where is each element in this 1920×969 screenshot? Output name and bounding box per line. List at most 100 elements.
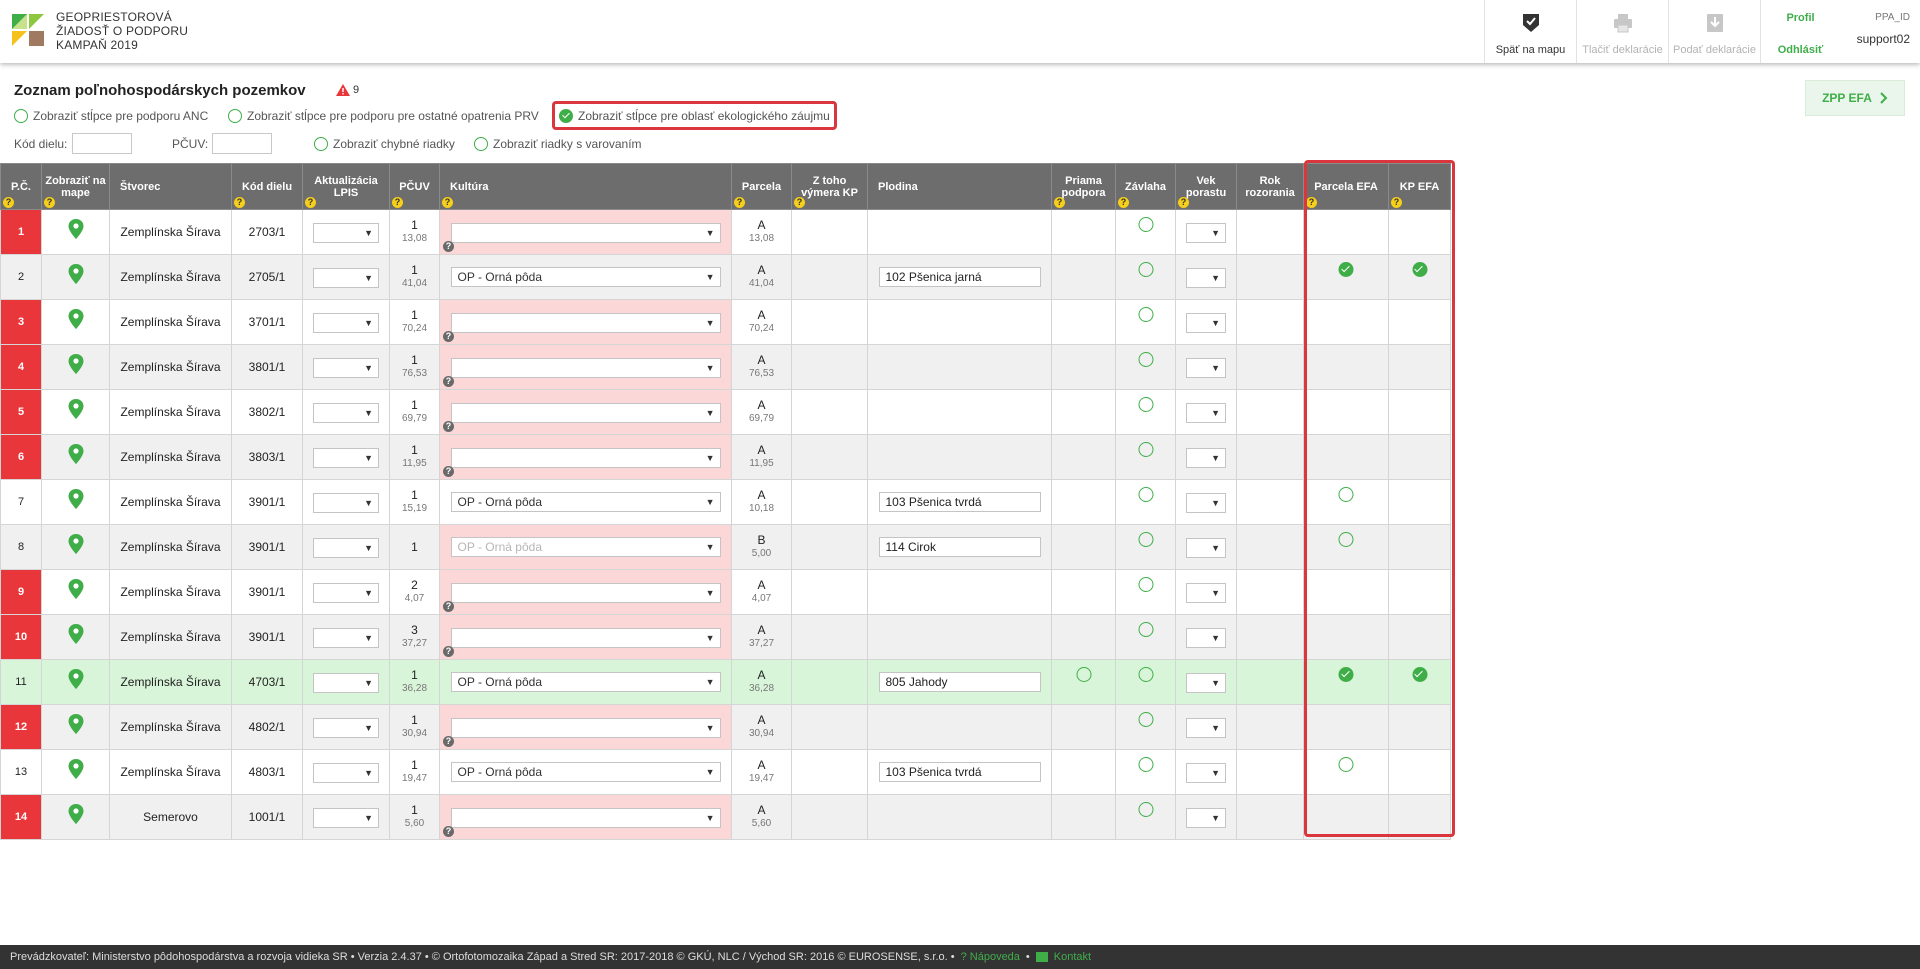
kultura-select[interactable]: ▼ bbox=[450, 312, 721, 333]
zavlaha-circle-icon[interactable] bbox=[1138, 802, 1153, 817]
table-row[interactable]: 8 Zemplínska Šírava 3901/1 ▼ 1 OP - Orná pôda… bbox=[0, 524, 1451, 570]
show-on-map-cell[interactable] bbox=[41, 614, 110, 660]
zavlaha-circle-icon[interactable] bbox=[1138, 262, 1153, 277]
table-row[interactable]: 5 Zemplínska Šírava 3802/1 ▼ 1 69,79 ▼? A 69,79 ▼ bbox=[0, 389, 1451, 435]
contact-link[interactable]: Kontakt bbox=[1054, 951, 1091, 963]
kultura-select[interactable]: ▼ bbox=[450, 402, 721, 423]
col-parcela-efa[interactable]: Parcela EFA? bbox=[1303, 163, 1389, 210]
pcuv-input[interactable] bbox=[212, 133, 272, 154]
col-kultura[interactable]: Kultúra? bbox=[439, 163, 732, 210]
table-row[interactable]: 11 Zemplínska Šírava 4703/1 ▼ 1 36,28 OP - Orn… bbox=[0, 659, 1451, 705]
zavlaha-circle-icon[interactable] bbox=[1138, 487, 1153, 502]
help-icon[interactable]: ? bbox=[443, 241, 454, 252]
map-pin-icon[interactable] bbox=[68, 309, 84, 329]
map-pin-icon[interactable] bbox=[68, 534, 84, 554]
map-pin-icon[interactable] bbox=[68, 804, 84, 824]
warning-badge[interactable]: 9 bbox=[336, 84, 359, 96]
zavlaha-circle-icon[interactable] bbox=[1138, 757, 1153, 772]
dropdown-select[interactable]: ▼ bbox=[313, 402, 379, 423]
dropdown-select[interactable]: ▼ bbox=[313, 312, 379, 333]
dropdown-select[interactable]: ▼ bbox=[1186, 762, 1226, 783]
map-pin-icon[interactable] bbox=[68, 624, 84, 644]
zavlaha-circle-icon[interactable] bbox=[1138, 577, 1153, 592]
dropdown-select[interactable]: ▼ bbox=[1186, 222, 1226, 243]
dropdown-select[interactable]: ▼ bbox=[313, 672, 379, 693]
col-vek[interactable]: Vek porastu? bbox=[1175, 163, 1237, 210]
print-declaration-button[interactable]: Tlačiť deklarácie bbox=[1576, 0, 1668, 63]
plodina-input[interactable]: 805 Jahody bbox=[878, 672, 1041, 692]
dropdown-select[interactable]: ▼ bbox=[1186, 447, 1226, 468]
dropdown-select[interactable]: ▼ bbox=[1186, 672, 1226, 693]
parcela-efa-circle-icon[interactable] bbox=[1338, 532, 1354, 547]
dropdown-select[interactable]: ▼ bbox=[1186, 312, 1226, 333]
show-on-map-cell[interactable] bbox=[41, 704, 110, 750]
plodina-input[interactable]: 103 Pšenica tvrdá bbox=[878, 762, 1041, 782]
help-icon[interactable]: ? bbox=[1178, 197, 1189, 208]
show-on-map-cell[interactable] bbox=[41, 659, 110, 705]
show-on-map-cell[interactable] bbox=[41, 479, 110, 525]
dropdown-select[interactable]: ▼ bbox=[313, 492, 379, 513]
table-row[interactable]: 12 Zemplínska Šírava 4802/1 ▼ 1 30,94 ▼? A 30,94… bbox=[0, 704, 1451, 750]
dropdown-select[interactable]: ▼ bbox=[1186, 492, 1226, 513]
help-icon[interactable]: ? bbox=[3, 197, 14, 208]
col-zavlaha[interactable]: Závlaha? bbox=[1115, 163, 1176, 210]
show-on-map-cell[interactable] bbox=[41, 299, 110, 345]
kultura-select[interactable]: OP - Orná pôda ▼ bbox=[450, 492, 721, 512]
submit-declaration-button[interactable]: Podať deklarácie bbox=[1668, 0, 1760, 63]
dropdown-select[interactable]: ▼ bbox=[313, 537, 379, 558]
col-kp-efa[interactable]: KP EFA? bbox=[1388, 163, 1451, 210]
dropdown-select[interactable]: ▼ bbox=[313, 807, 379, 828]
plodina-input[interactable]: 114 Cirok bbox=[878, 537, 1041, 557]
show-on-map-cell[interactable] bbox=[41, 209, 110, 255]
map-pin-icon[interactable] bbox=[68, 354, 84, 374]
dropdown-select[interactable]: ▼ bbox=[313, 717, 379, 738]
help-icon[interactable]: ? bbox=[443, 466, 454, 477]
show-on-map-cell[interactable] bbox=[41, 749, 110, 795]
dropdown-select[interactable]: ▼ bbox=[1186, 537, 1226, 558]
filter-errors-toggle[interactable]: Zobraziť chybné riadky bbox=[314, 137, 455, 151]
col-kod[interactable]: Kód dielu? bbox=[231, 163, 303, 210]
dropdown-select[interactable]: ▼ bbox=[1186, 402, 1226, 423]
kod-dielu-input[interactable] bbox=[72, 133, 132, 154]
kultura-select[interactable]: OP - Orná pôda ▼ bbox=[450, 267, 721, 287]
help-icon[interactable]: ? bbox=[443, 646, 454, 657]
help-icon[interactable]: ? bbox=[1391, 197, 1402, 208]
priama-circle-icon[interactable] bbox=[1076, 667, 1091, 682]
plodina-input[interactable]: 102 Pšenica jarná bbox=[878, 267, 1041, 287]
dropdown-select[interactable]: ▼ bbox=[1186, 357, 1226, 378]
map-pin-icon[interactable] bbox=[68, 264, 84, 284]
table-row[interactable]: 10 Zemplínska Šírava 3901/1 ▼ 3 37,27 ▼? A 37,27… bbox=[0, 614, 1451, 660]
help-icon[interactable]: ? bbox=[1118, 197, 1129, 208]
col-rok[interactable]: Rok rozorania bbox=[1236, 163, 1304, 210]
zavlaha-circle-icon[interactable] bbox=[1138, 442, 1153, 457]
zavlaha-circle-icon[interactable] bbox=[1138, 712, 1153, 727]
kultura-select[interactable]: OP - Orná pôda ▼ bbox=[450, 672, 721, 692]
table-row[interactable]: 2 Zemplínska Šírava 2705/1 ▼ 1 41,04 OP - Orná… bbox=[0, 254, 1451, 300]
help-icon[interactable]: ? bbox=[234, 197, 245, 208]
filter-anc-toggle[interactable]: Zobraziť stĺpce pre podporu ANC bbox=[14, 109, 208, 123]
table-row[interactable]: 9 Zemplínska Šírava 3901/1 ▼ 2 4,07 ▼? A 4,07 ▼ bbox=[0, 569, 1451, 615]
table-row[interactable]: 7 Zemplínska Šírava 3901/1 ▼ 1 15,19 OP - Orná… bbox=[0, 479, 1451, 525]
dropdown-select[interactable]: ▼ bbox=[1186, 807, 1226, 828]
profile-link[interactable]: Profil bbox=[1761, 12, 1840, 24]
help-icon[interactable]: ? bbox=[392, 197, 403, 208]
show-on-map-cell[interactable] bbox=[41, 794, 110, 840]
dropdown-select[interactable]: ▼ bbox=[313, 222, 379, 243]
table-row[interactable]: 6 Zemplínska Šírava 3803/1 ▼ 1 11,95 ▼? A 11,95 ▼ bbox=[0, 434, 1451, 480]
dropdown-select[interactable]: ▼ bbox=[1186, 582, 1226, 603]
kultura-select[interactable]: OP - Orná pôda ▼ bbox=[450, 762, 721, 782]
kultura-select[interactable]: ▼ bbox=[450, 807, 721, 828]
show-on-map-cell[interactable] bbox=[41, 344, 110, 390]
dropdown-select[interactable]: ▼ bbox=[313, 582, 379, 603]
help-icon[interactable]: ? bbox=[443, 736, 454, 747]
kultura-select[interactable]: ▼ bbox=[450, 357, 721, 378]
col-ztoho[interactable]: Z toho výmera KP? bbox=[791, 163, 868, 210]
col-pcuv[interactable]: PČUV? bbox=[389, 163, 440, 210]
table-row[interactable]: 4 Zemplínska Šírava 3801/1 ▼ 1 76,53 ▼? A 76,53 ▼ bbox=[0, 344, 1451, 390]
show-on-map-cell[interactable] bbox=[41, 569, 110, 615]
table-row[interactable]: 3 Zemplínska Šírava 3701/1 ▼ 1 70,24 ▼? A 70,24 ▼ bbox=[0, 299, 1451, 345]
back-to-map-button[interactable]: Späť na mapu bbox=[1484, 0, 1576, 63]
map-pin-icon[interactable] bbox=[68, 669, 84, 689]
kultura-select[interactable]: ▼ bbox=[450, 222, 721, 243]
zavlaha-circle-icon[interactable] bbox=[1138, 217, 1153, 232]
